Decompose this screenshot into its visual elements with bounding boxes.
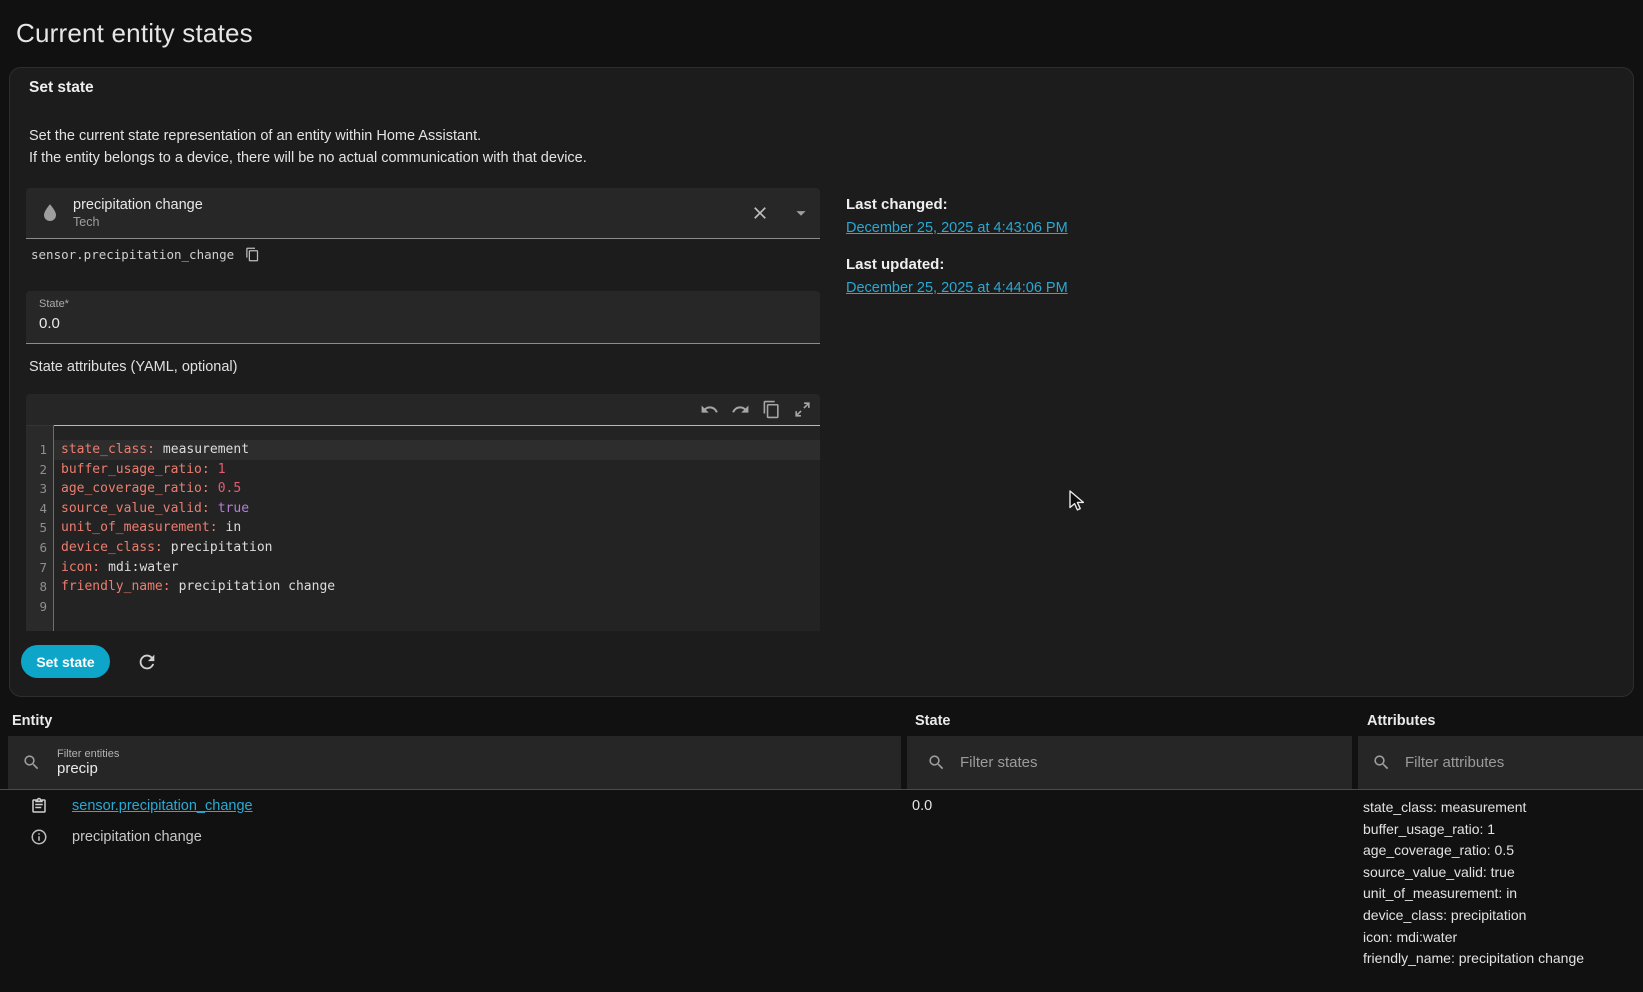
line-number: 6 [26,538,53,558]
entity-picker-name: precipitation change [73,197,750,213]
attribute-item: icon: mdi:water [1363,927,1584,949]
filter-states-input[interactable] [960,754,1300,771]
entity-friendly-name: precipitation change [72,829,202,845]
entity-id-row: sensor.precipitation_change [31,247,260,262]
yaml-line-1: state_class:measurement [54,440,820,460]
filter-entities-input[interactable] [57,760,817,777]
yaml-line-5: unit_of_measurement:in [54,518,820,538]
yaml-editor-toolbar [26,394,820,425]
state-field-label: State* [39,298,69,310]
search-icon [1372,753,1391,772]
refresh-icon[interactable] [136,651,158,673]
set-state-card: Set state Set the current state represen… [9,67,1634,697]
chevron-down-icon[interactable] [790,202,812,224]
filter-entities-field[interactable]: Filter entities [8,736,901,789]
entity-attributes-list: state_class: measurement buffer_usage_ra… [1363,797,1584,970]
yaml-line-4: source_value_valid:true [54,499,820,519]
attribute-item: state_class: measurement [1363,797,1584,819]
attribute-item: age_coverage_ratio: 0.5 [1363,840,1584,862]
attribute-item: device_class: precipitation [1363,905,1584,927]
description-line-1: Set the current state representation of … [29,125,587,147]
submit-row: Set state [21,645,158,678]
attribute-item: source_value_valid: true [1363,862,1584,884]
entity-picker-text: precipitation change Tech [73,197,750,229]
last-changed-link[interactable]: December 25, 2025 at 4:43:06 PM [846,220,1068,236]
line-number: 5 [26,518,53,538]
column-header-state: State [915,713,950,729]
entity-row-link[interactable]: sensor.precipitation_change [72,798,253,814]
water-drop-icon [38,201,62,225]
line-number: 9 [26,597,53,617]
filter-states-field[interactable] [907,736,1352,789]
code-editor-area[interactable]: 1 2 3 4 5 6 7 8 9 state_class:measuremen… [26,425,820,631]
yaml-line-2: buffer_usage_ratio:1 [54,460,820,480]
state-field-value: 0.0 [39,315,60,332]
yaml-editor: 1 2 3 4 5 6 7 8 9 state_class:measuremen… [26,394,820,631]
filter-attributes-field[interactable] [1358,736,1643,789]
line-number: 8 [26,577,53,597]
attribute-item: buffer_usage_ratio: 1 [1363,819,1584,841]
line-number: 7 [26,558,53,578]
entity-state-value: 0.0 [912,798,932,814]
set-state-heading: Set state [29,79,94,97]
copy-icon[interactable] [245,247,260,262]
line-number: 4 [26,499,53,519]
column-header-entity: Entity [12,713,52,729]
column-header-attributes: Attributes [1367,713,1435,729]
timestamps-panel: Last changed: December 25, 2025 at 4:43:… [846,196,1246,297]
page-title: Current entity states [16,18,253,49]
attribute-item: friendly_name: precipitation change [1363,948,1584,970]
state-attributes-label: State attributes (YAML, optional) [29,359,237,375]
line-number: 2 [26,460,53,480]
set-state-description: Set the current state representation of … [29,125,587,169]
search-icon [22,753,41,772]
line-number: 1 [26,440,53,460]
line-number: 3 [26,479,53,499]
filter-entities-label: Filter entities [57,748,817,760]
yaml-line-7: icon:mdi:water [54,558,820,578]
yaml-line-8: friendly_name:precipitation change [54,577,820,597]
clipboard-icon[interactable] [30,797,48,815]
yaml-code[interactable]: state_class:measurement buffer_usage_rat… [54,425,820,631]
entity-picker-area: Tech [73,215,750,229]
state-input-field[interactable]: State* 0.0 [26,291,820,344]
description-line-2: If the entity belongs to a device, there… [29,147,587,169]
last-changed-label: Last changed: [846,196,1246,213]
last-updated-link[interactable]: December 25, 2025 at 4:44:06 PM [846,280,1068,296]
yaml-line-3: age_coverage_ratio:0.5 [54,479,820,499]
table-divider [0,789,1643,790]
search-icon [927,753,946,772]
undo-icon[interactable] [700,400,719,419]
entity-picker[interactable]: precipitation change Tech [26,188,820,239]
copy-yaml-icon[interactable] [762,400,781,419]
last-updated-label: Last updated: [846,256,1246,273]
line-number-gutter: 1 2 3 4 5 6 7 8 9 [26,425,54,631]
redo-icon[interactable] [731,400,750,419]
attribute-item: unit_of_measurement: in [1363,883,1584,905]
entity-id-text: sensor.precipitation_change [31,247,234,262]
filter-attributes-input[interactable] [1405,754,1625,771]
clear-entity-icon[interactable] [750,203,770,223]
yaml-line-6: device_class:precipitation [54,538,820,558]
set-state-button[interactable]: Set state [21,645,110,678]
info-icon[interactable] [30,828,48,846]
expand-editor-icon[interactable] [793,400,812,419]
